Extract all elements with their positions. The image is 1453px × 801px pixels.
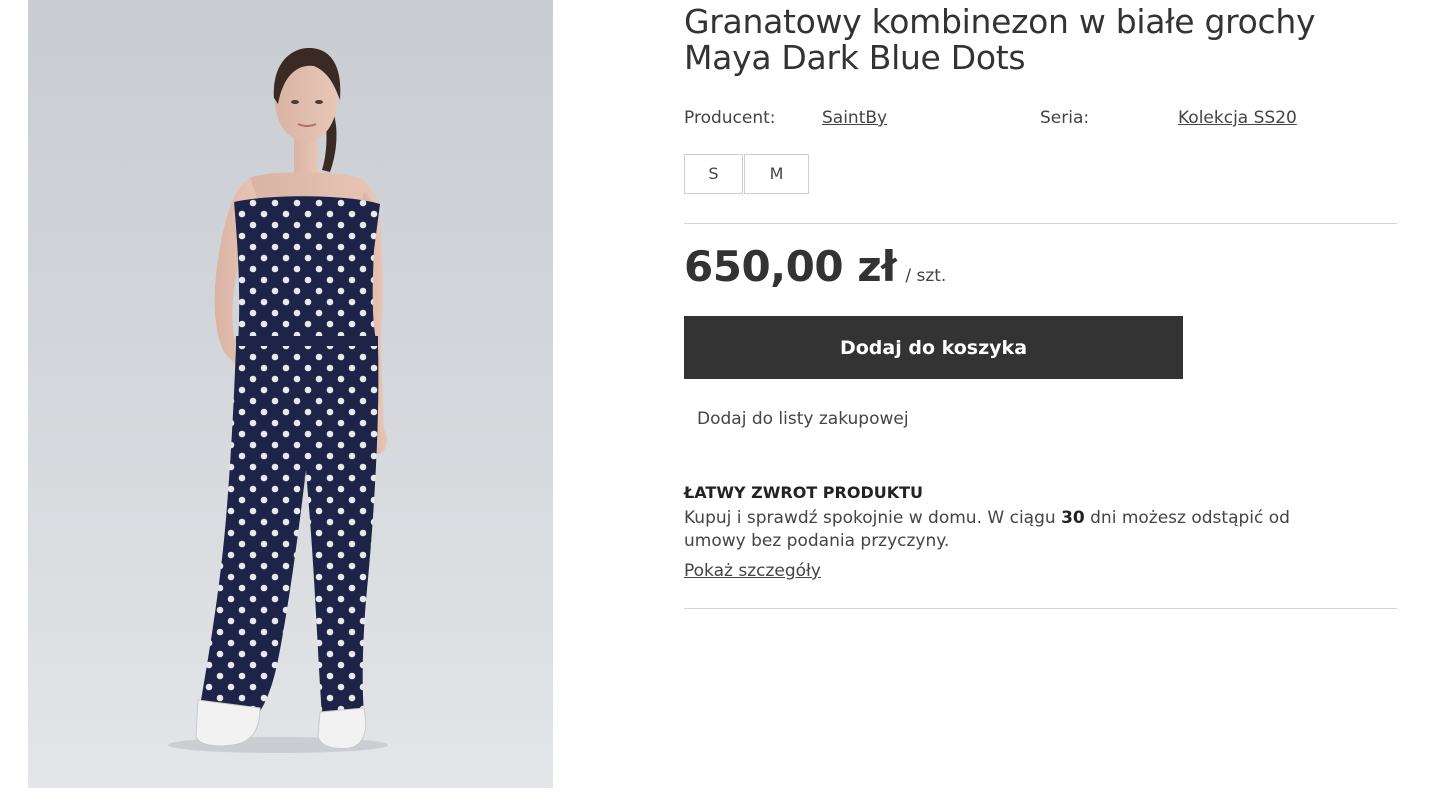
add-to-cart-button[interactable]: Dodaj do koszyka	[684, 316, 1183, 379]
product-title: Granatowy kombinezon w białe grochy Maya…	[684, 4, 1397, 76]
price-row: 650,00 zł / szt.	[684, 242, 946, 291]
size-option-m[interactable]: M	[744, 154, 809, 194]
add-to-shopping-list-link[interactable]: Dodaj do listy zakupowej	[697, 409, 909, 429]
divider-bottom	[684, 608, 1397, 609]
product-photo-illustration	[168, 48, 388, 753]
product-price: 650,00 zł	[684, 242, 897, 291]
product-meta: Producent: SaintBy Seria: Kolekcja SS20	[684, 106, 1397, 130]
product-page: Granatowy kombinezon w białe grochy Maya…	[0, 0, 1453, 801]
series-link[interactable]: Kolekcja SS20	[1178, 106, 1297, 130]
returns-text-before: Kupuj i sprawdź spokojnie w domu. W ciąg…	[684, 508, 1062, 528]
returns-description: Kupuj i sprawdź spokojnie w domu. W ciąg…	[684, 507, 1344, 553]
producer-label: Producent:	[684, 108, 776, 128]
product-title-line1: Granatowy kombinezon w białe grochy	[684, 2, 1316, 41]
size-option-s[interactable]: S	[684, 154, 743, 194]
returns-heading: ŁATWY ZWROT PRODUKTU	[684, 483, 924, 502]
returns-days: 30	[1061, 508, 1085, 528]
divider-top	[684, 223, 1397, 224]
price-unit: / szt.	[905, 266, 947, 286]
product-image[interactable]	[28, 0, 553, 788]
series-label: Seria:	[1040, 108, 1090, 128]
producer-link[interactable]: SaintBy	[822, 106, 887, 130]
show-details-link[interactable]: Pokaż szczegóły	[684, 561, 821, 581]
product-title-line2: Maya Dark Blue Dots	[684, 38, 1026, 77]
